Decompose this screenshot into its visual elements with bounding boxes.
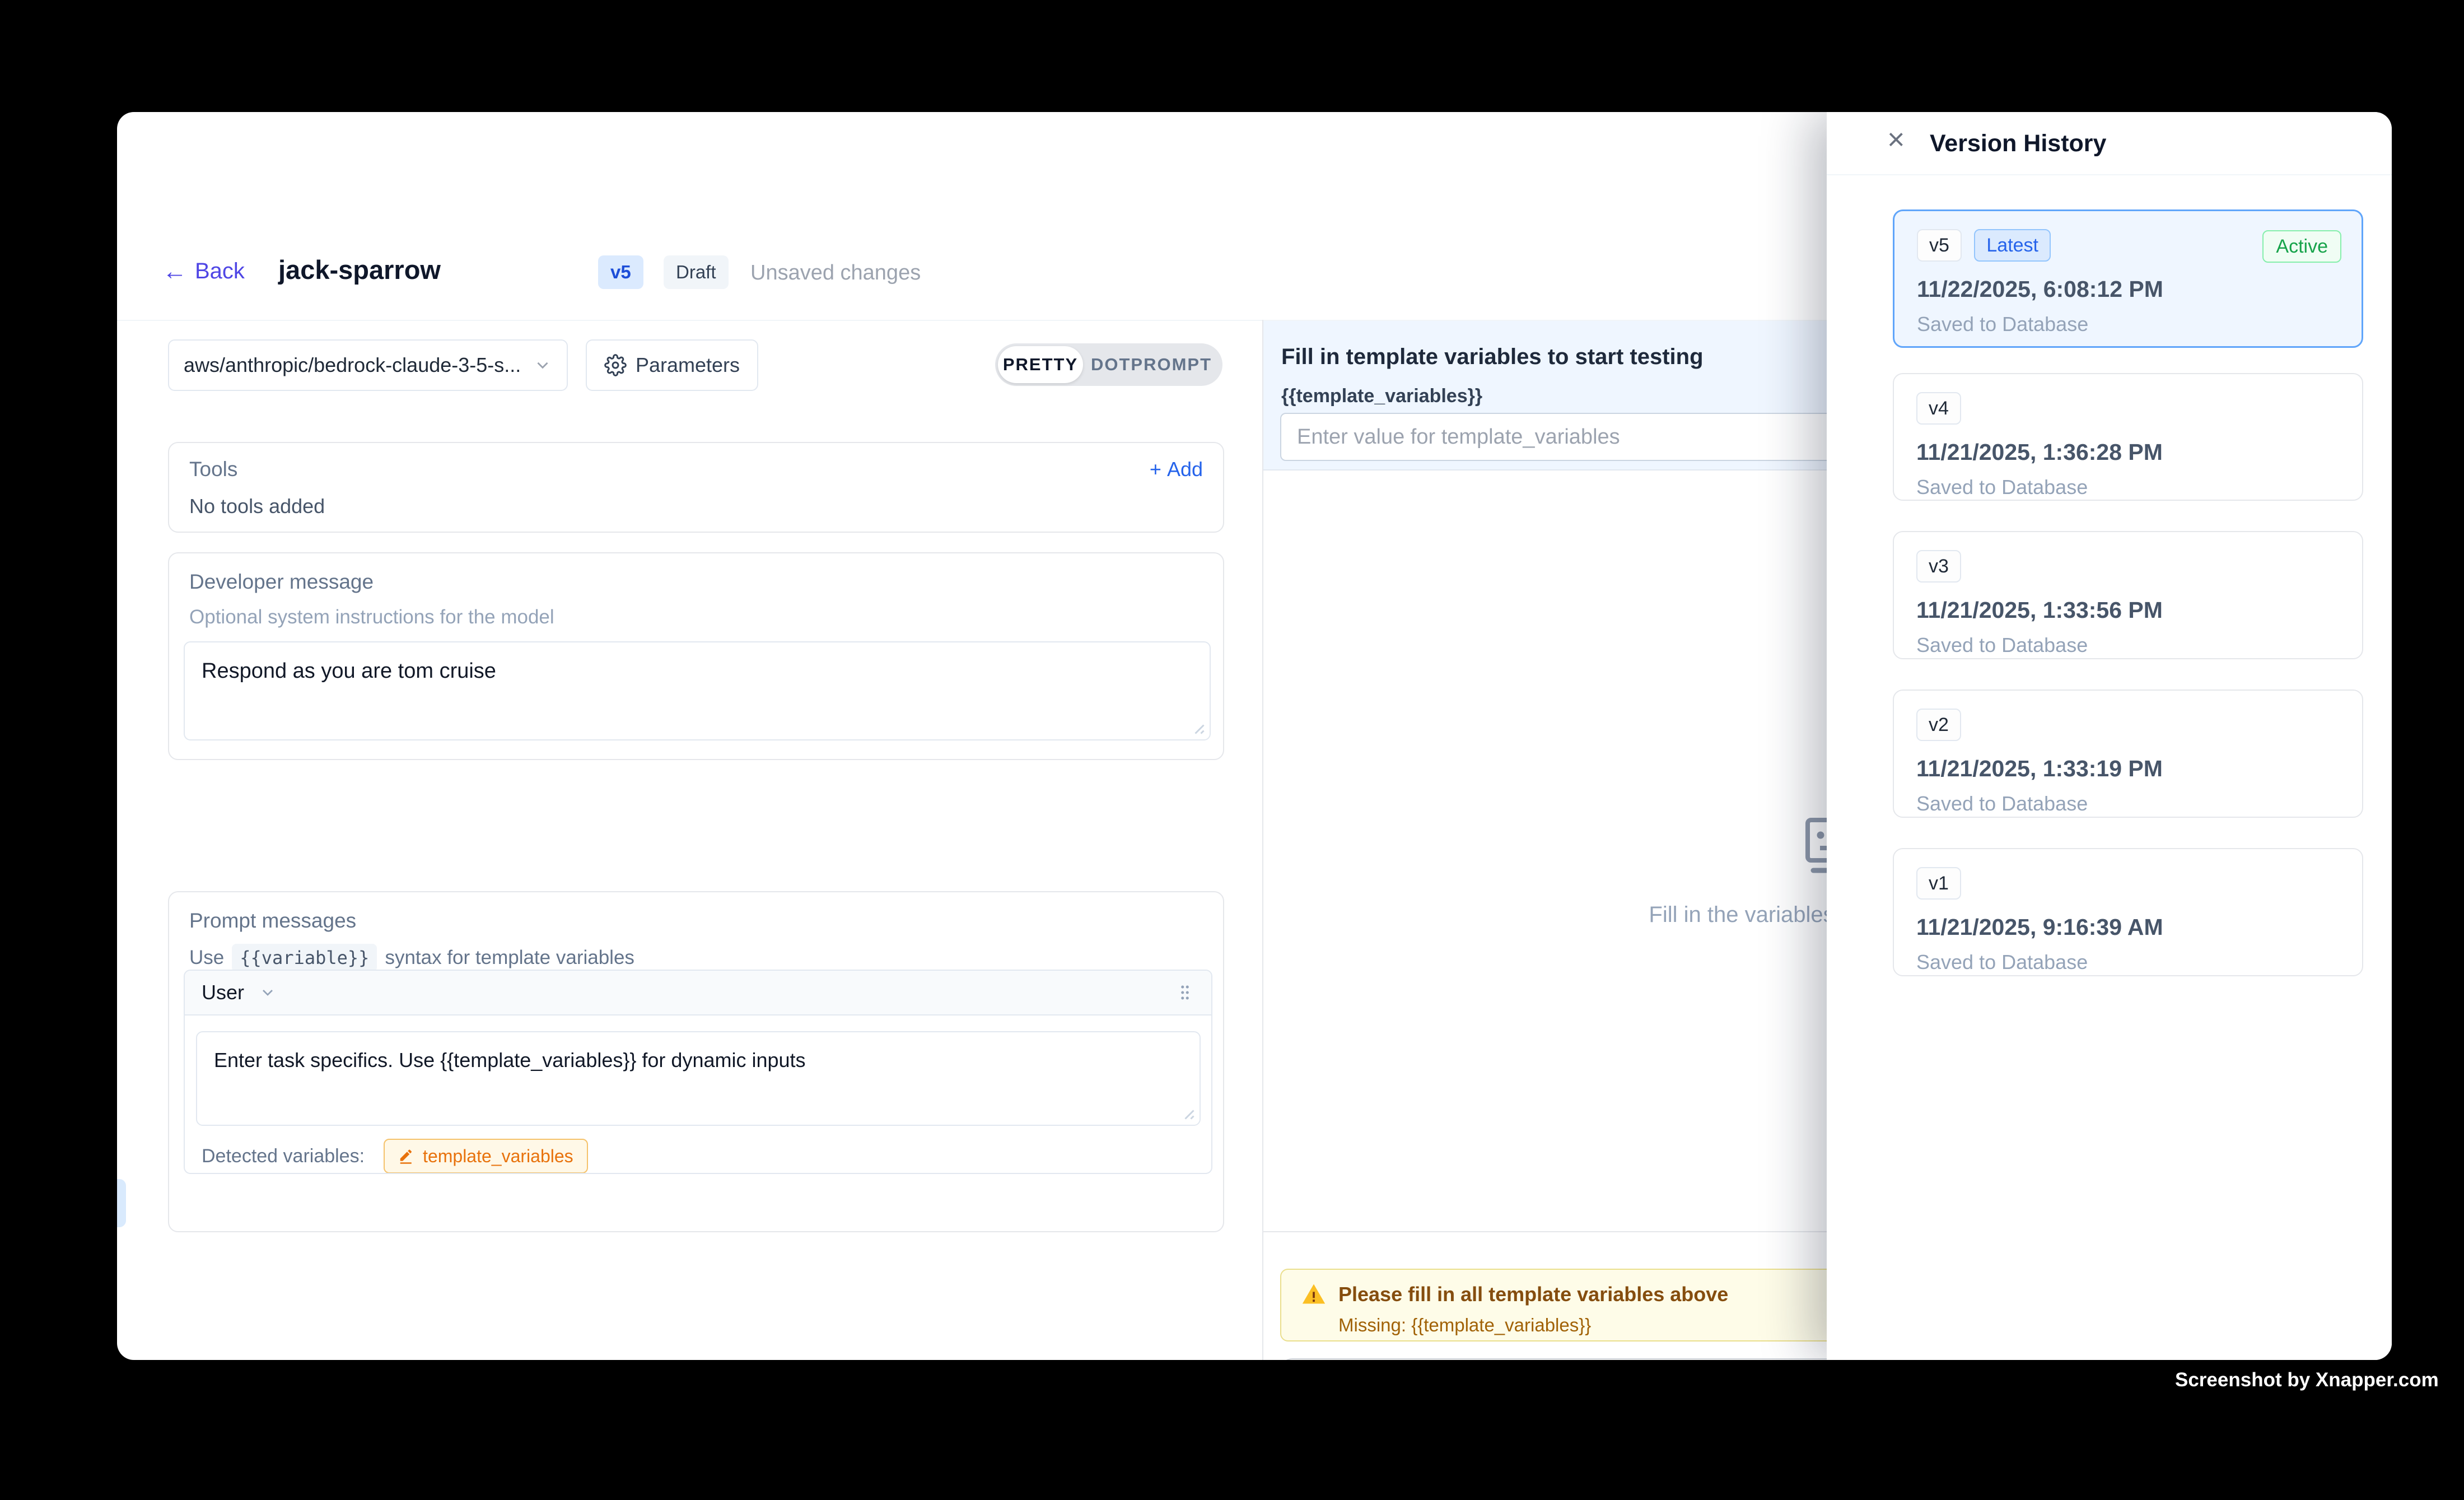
detected-variables-label: Detected variables: xyxy=(202,1145,365,1167)
hint-code-chip: {{variable}} xyxy=(232,944,377,972)
version-number-badge: v4 xyxy=(1916,392,1961,425)
back-arrow-icon: ← xyxy=(162,259,187,284)
warning-title: Please fill in all template variables ab… xyxy=(1338,1283,1728,1306)
developer-message-card: Developer message Optional system instru… xyxy=(168,552,1224,760)
tools-card: Tools + Add No tools added xyxy=(168,442,1224,533)
chevron-down-icon xyxy=(533,356,552,375)
drag-handle-icon[interactable] xyxy=(1175,983,1194,1002)
plus-icon: + xyxy=(1150,458,1161,481)
prompt-messages-card: Prompt messages Use {{variable}} syntax … xyxy=(168,891,1224,1232)
version-number-badge: v5 xyxy=(1917,229,1962,262)
back-label: Back xyxy=(195,259,245,284)
version-card-v3[interactable]: v3 11/21/2025, 1:33:56 PM Saved to Datab… xyxy=(1893,531,2363,659)
model-select[interactable]: aws/anthropic/bedrock-claude-3-5-s... xyxy=(168,339,568,391)
close-icon[interactable]: × xyxy=(1887,124,1905,155)
toggle-pretty[interactable]: PRETTY xyxy=(998,346,1083,383)
parameters-label: Parameters xyxy=(636,353,740,377)
version-timestamp: 11/21/2025, 1:33:56 PM xyxy=(1916,597,2340,623)
version-card-v4[interactable]: v4 11/21/2025, 1:36:28 PM Saved to Datab… xyxy=(1893,373,2363,501)
version-timestamp: 11/21/2025, 9:16:39 AM xyxy=(1916,914,2340,940)
message-value: Enter task specifics. Use {{template_var… xyxy=(214,1049,806,1072)
hint-prefix: Use xyxy=(189,947,224,969)
version-card-v1[interactable]: v1 11/21/2025, 9:16:39 AM Saved to Datab… xyxy=(1893,848,2363,976)
prompt-messages-hint: Use {{variable}} syntax for template var… xyxy=(189,944,1203,972)
model-select-value: aws/anthropic/bedrock-claude-3-5-s... xyxy=(184,353,523,377)
developer-message-textarea[interactable]: Respond as you are tom cruise xyxy=(184,641,1211,740)
variable-chip[interactable]: template_variables xyxy=(384,1139,588,1173)
developer-message-title: Developer message xyxy=(189,570,1203,594)
back-button[interactable]: ← Back xyxy=(162,259,245,284)
latest-badge: Latest xyxy=(1974,229,2051,262)
version-status: Saved to Database xyxy=(1916,633,2340,657)
active-badge: Active xyxy=(2262,230,2341,263)
message-header: User xyxy=(185,971,1211,1015)
toggle-dotprompt[interactable]: DOTPROMPT xyxy=(1083,346,1220,383)
version-number-badge: v3 xyxy=(1916,550,1961,583)
version-number-badge: v2 xyxy=(1916,709,1961,741)
edge-decoration xyxy=(117,1179,126,1227)
developer-message-subtitle: Optional system instructions for the mod… xyxy=(189,606,1203,628)
version-number-badge: v1 xyxy=(1916,867,1961,900)
chevron-down-icon[interactable] xyxy=(259,984,277,1001)
version-status: Saved to Database xyxy=(1917,313,2339,336)
version-history-title: Version History xyxy=(1930,130,2106,157)
app-window: ← Back jack-sparrow v5 Draft Unsaved cha… xyxy=(117,112,2392,1360)
draft-badge: Draft xyxy=(664,255,729,289)
pencil-icon xyxy=(398,1148,415,1164)
detected-variables-row: Detected variables: template_variables xyxy=(202,1139,588,1173)
page-title: jack-sparrow xyxy=(278,254,441,285)
version-timestamp: 11/21/2025, 1:36:28 PM xyxy=(1916,439,2340,465)
prompt-messages-title: Prompt messages xyxy=(189,909,1203,933)
hint-suffix: syntax for template variables xyxy=(385,947,634,969)
version-status: Saved to Database xyxy=(1916,951,2340,974)
version-card-v5[interactable]: v5 Latest Active 11/22/2025, 6:08:12 PM … xyxy=(1893,209,2363,348)
tools-title: Tools xyxy=(189,458,237,481)
add-tool-button[interactable]: + Add xyxy=(1150,458,1203,481)
message-textarea[interactable]: Enter task specifics. Use {{template_var… xyxy=(196,1031,1201,1126)
unsaved-changes-label: Unsaved changes xyxy=(750,261,921,285)
version-history-header: × Version History xyxy=(1827,112,2392,175)
add-tool-label: Add xyxy=(1167,458,1203,481)
version-status: Saved to Database xyxy=(1916,476,2340,499)
version-timestamp: 11/22/2025, 6:08:12 PM xyxy=(1917,276,2339,302)
version-badge: v5 xyxy=(598,255,643,289)
tools-empty-text: No tools added xyxy=(169,481,1223,518)
version-status: Saved to Database xyxy=(1916,792,2340,816)
parameters-button[interactable]: Parameters xyxy=(586,339,758,391)
developer-message-value: Respond as you are tom cruise xyxy=(202,659,496,683)
warning-icon xyxy=(1301,1282,1326,1307)
version-history-panel: × Version History v5 Latest Active 11/22… xyxy=(1827,112,2392,1360)
format-toggle: PRETTY DOTPROMPT xyxy=(995,343,1222,386)
message-block: User Enter task specifics. Use {{templat… xyxy=(184,970,1212,1174)
version-timestamp: 11/21/2025, 1:33:19 PM xyxy=(1916,756,2340,782)
watermark: Screenshot by Xnapper.com xyxy=(2175,1369,2439,1391)
variable-chip-label: template_variables xyxy=(423,1146,573,1167)
screenshot-background: ← Back jack-sparrow v5 Draft Unsaved cha… xyxy=(0,0,2464,1500)
resize-handle-icon[interactable] xyxy=(1178,1103,1195,1120)
version-card-v2[interactable]: v2 11/21/2025, 1:33:19 PM Saved to Datab… xyxy=(1893,690,2363,818)
resize-handle-icon[interactable] xyxy=(1188,718,1205,735)
gear-icon xyxy=(604,354,627,376)
message-role-select[interactable]: User xyxy=(202,981,244,1004)
